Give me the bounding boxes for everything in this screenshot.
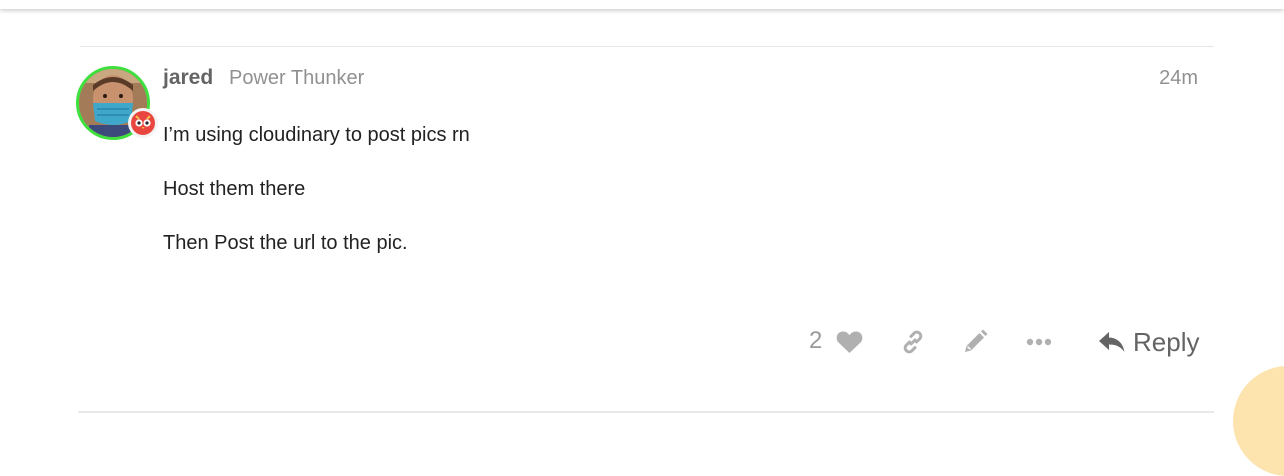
post-paragraph: I’m using cloudinary to post pics rn (163, 124, 470, 146)
avatar[interactable] (76, 66, 158, 140)
floating-corner-circle (1233, 366, 1284, 476)
heart-icon (836, 331, 862, 353)
like-button[interactable] (834, 327, 864, 357)
user-title: Power Thunker (229, 67, 365, 89)
more-icon (1026, 338, 1052, 346)
post-divider-bottom (78, 411, 1214, 413)
more-actions-button[interactable] (1024, 327, 1054, 357)
like-count[interactable]: 2 (809, 327, 822, 355)
link-icon (903, 330, 923, 354)
reply-label: Reply (1133, 326, 1200, 357)
owl-flair-icon (131, 111, 155, 135)
pencil-icon (965, 329, 988, 352)
flair-badge (128, 108, 158, 138)
post-paragraph: Then Post the url to the pic. (163, 232, 408, 254)
header-shadow (0, 0, 1284, 9)
post-timestamp[interactable]: 24m (1159, 67, 1198, 90)
post-username[interactable]: jared (163, 66, 213, 90)
edit-button[interactable] (960, 327, 990, 357)
post-paragraph: Host them there (163, 178, 306, 200)
reply-icon (1099, 332, 1125, 352)
reply-button[interactable]: Reply (1098, 324, 1199, 360)
share-link-button[interactable] (898, 327, 928, 357)
post-divider-top (80, 46, 1214, 47)
post-body: I’m using cloudinary to post pics rn Hos… (163, 124, 470, 286)
